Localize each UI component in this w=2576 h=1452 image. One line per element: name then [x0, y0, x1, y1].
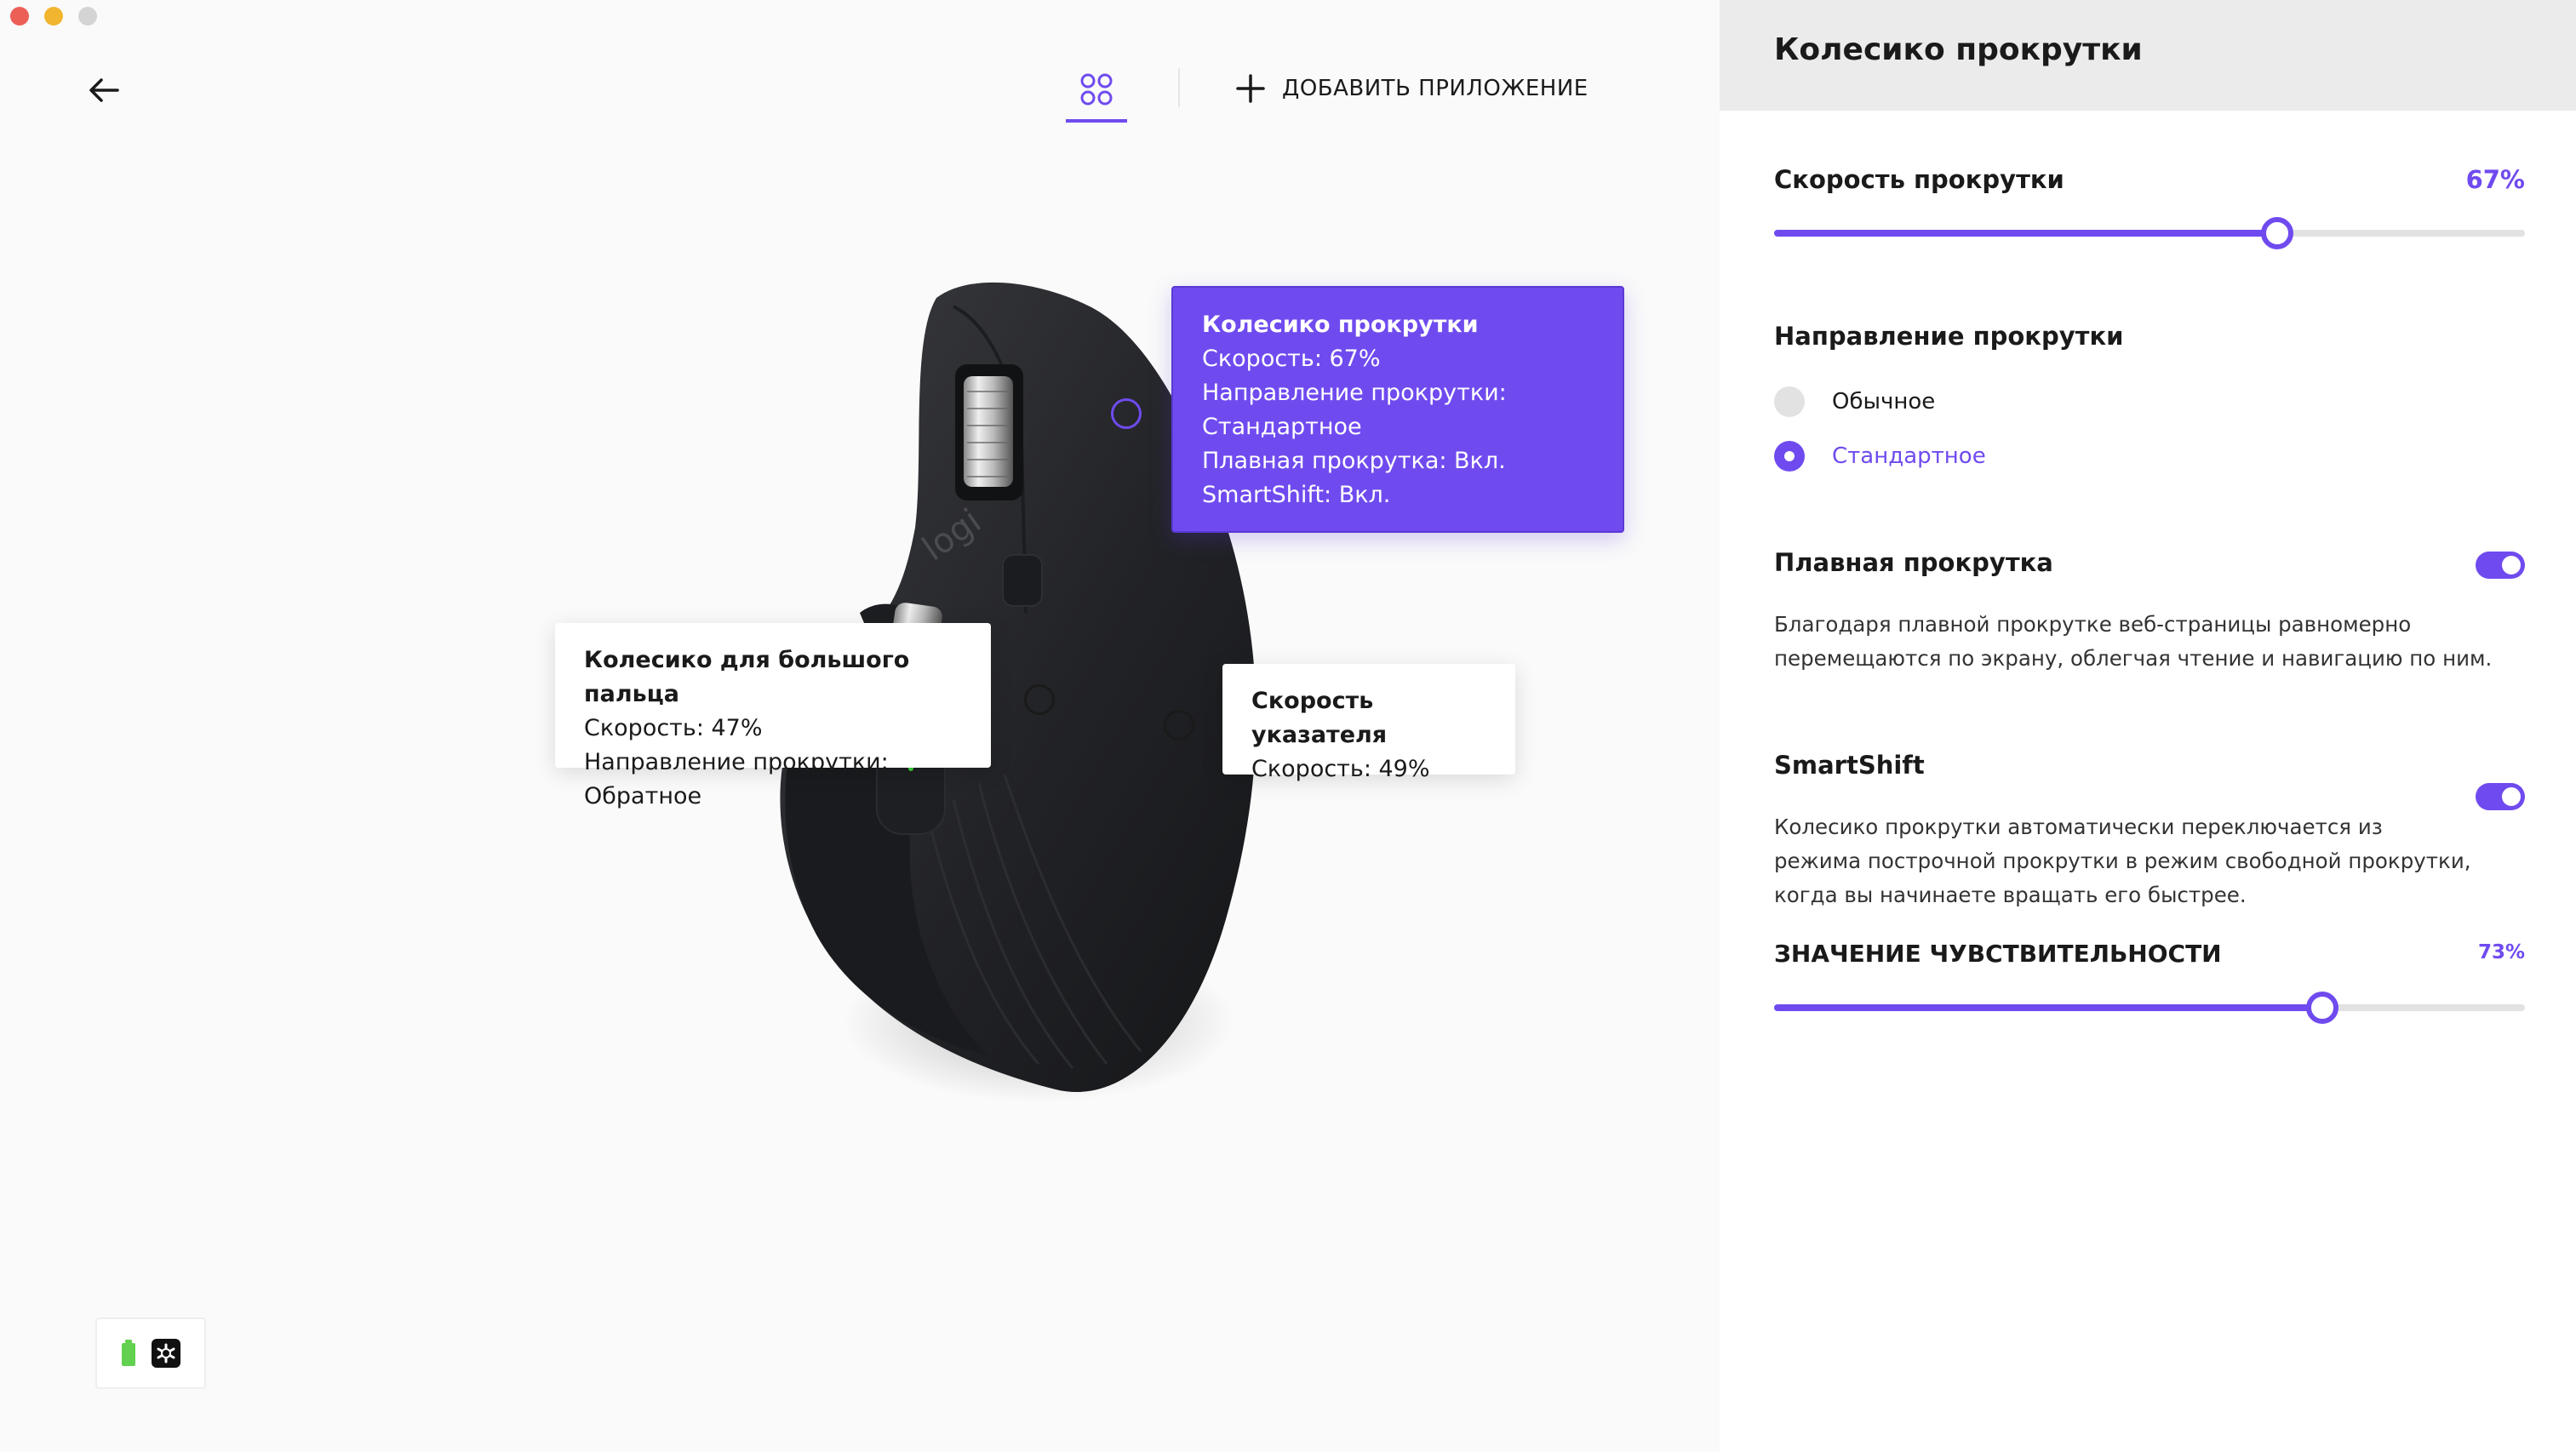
- sensitivity-value: 73%: [2477, 941, 2525, 963]
- smooth-scrolling-toggle[interactable]: [2476, 552, 2525, 579]
- back-button[interactable]: [78, 65, 129, 116]
- thumb-wheel-tooltip[interactable]: Колесико для большого пальца Скорость: 4…: [555, 623, 991, 809]
- thumb-wheel-tooltip-direction: Направление прокрутки: Обратное: [584, 749, 889, 809]
- pointer-speed-tooltip[interactable]: Скорость указателя Скорость: 49%: [1222, 664, 1515, 782]
- direction-option-standard-label: Стандартное: [1832, 443, 1986, 469]
- add-application-label: ДОБАВИТЬ ПРИЛОЖЕНИЕ: [1282, 76, 1589, 101]
- pointer-speed-tooltip-speed: Скорость: 49%: [1251, 756, 1430, 782]
- direction-option-normal-label: Обычное: [1832, 389, 1936, 414]
- active-tab-indicator: [1066, 119, 1127, 123]
- scroll-direction-label: Направление прокрутки: [1774, 322, 2124, 351]
- add-application-button[interactable]: ДОБАВИТЬ ПРИЛОЖЕНИЕ: [1236, 68, 1589, 109]
- scroll-wheel-tooltip-direction-label: Направление прокрутки:: [1202, 380, 1507, 406]
- grid-icon: [1080, 73, 1113, 106]
- window-close-button[interactable]: [10, 7, 29, 26]
- device-status[interactable]: [95, 1318, 206, 1389]
- radio-standard[interactable]: [1774, 441, 1805, 472]
- thumb-wheel-hotspot[interactable]: [1024, 684, 1055, 715]
- scroll-speed-slider-fill: [1774, 230, 2277, 237]
- sensitivity-label: ЗНАЧЕНИЕ ЧУВСТВИТЕЛЬНОСТИ: [1774, 940, 2222, 968]
- thumb-wheel-tooltip-title: Колесико для большого пальца: [584, 647, 910, 707]
- scroll-wheel-tooltip[interactable]: Колесико прокрутки Скорость: 67% Направл…: [1171, 286, 1624, 533]
- panel-title: Колесико прокрутки: [1774, 32, 2143, 67]
- scroll-wheel-tooltip-smooth: Плавная прокрутка: Вкл.: [1202, 448, 1506, 474]
- arrow-left-icon: [89, 78, 119, 102]
- smartshift-toggle[interactable]: [2476, 783, 2525, 810]
- smartshift-label: SmartShift: [1774, 751, 1925, 780]
- direction-option-normal[interactable]: Обычное: [1774, 386, 1935, 417]
- scroll-wheel-tooltip-title: Колесико прокрутки: [1202, 312, 1479, 338]
- scroll-speed-value: 67%: [2465, 165, 2525, 194]
- scroll-wheel-tooltip-speed: Скорость: 67%: [1202, 346, 1381, 372]
- scroll-wheel-tooltip-smartshift: SmartShift: Вкл.: [1202, 482, 1391, 508]
- unifying-receiver-icon: [152, 1339, 180, 1368]
- radio-normal[interactable]: [1774, 386, 1805, 417]
- window-maximize-button[interactable]: [78, 7, 97, 26]
- sensitivity-slider-knob[interactable]: [2306, 992, 2338, 1024]
- pointer-speed-tooltip-title: Скорость указателя: [1251, 688, 1388, 748]
- settings-panel: [1720, 0, 2576, 1452]
- smartshift-description: Колесико прокрутки автоматически переклю…: [1774, 815, 2471, 907]
- sensitivity-slider-fill: [1774, 1004, 2322, 1011]
- battery-icon: [122, 1340, 135, 1366]
- thumb-wheel-tooltip-speed: Скорость: 47%: [584, 715, 763, 741]
- sensitivity-slider[interactable]: [1774, 992, 2525, 1024]
- direction-option-standard[interactable]: Стандартное: [1774, 441, 1986, 472]
- scroll-wheel-hotspot[interactable]: [1111, 398, 1142, 429]
- topbar-divider: [1178, 68, 1180, 107]
- smooth-scrolling-label: Плавная прокрутка: [1774, 548, 2053, 577]
- scroll-wheel-tooltip-direction-value: Стандартное: [1202, 414, 1362, 440]
- apps-grid-button[interactable]: [1066, 63, 1127, 116]
- scroll-speed-slider[interactable]: [1774, 217, 2525, 249]
- pointer-speed-hotspot[interactable]: [1164, 710, 1194, 740]
- scroll-speed-slider-knob[interactable]: [2261, 217, 2293, 249]
- plus-icon: [1236, 74, 1265, 103]
- window-minimize-button[interactable]: [44, 7, 63, 26]
- scroll-speed-label: Скорость прокрутки: [1774, 165, 2064, 194]
- smooth-scrolling-description: Благодаря плавной прокрутке веб-страницы…: [1774, 612, 2493, 671]
